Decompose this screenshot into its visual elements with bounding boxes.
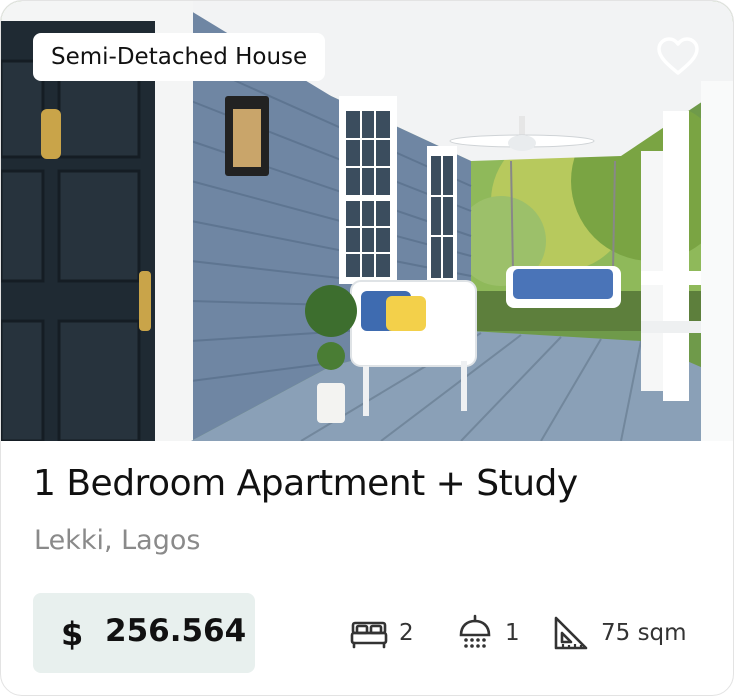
heart-outline-icon [657,37,699,75]
feature-area: 75 sqm [551,613,687,653]
bathrooms-count: 1 [505,620,520,646]
feature-bathrooms: 1 [455,613,520,653]
bedrooms-count: 2 [399,620,414,646]
set-square-ruler-icon [554,616,588,650]
property-type-label: Semi-Detached House [51,44,308,70]
price-box: $ 256.564 [33,593,255,673]
bed-icon [350,621,388,649]
shower-icon [459,614,491,648]
property-card[interactable]: Semi-Detached House 1 Bedroom Apartment … [0,0,734,696]
price-value: 256.564 [105,613,247,649]
listing-title[interactable]: 1 Bedroom Apartment + Study [33,463,578,504]
listing-location: Lekki, Lagos [34,525,201,556]
price-currency: $ [61,615,84,653]
property-type-badge: Semi-Detached House [33,33,326,81]
favorite-button[interactable] [655,35,701,79]
feature-bedrooms: 2 [349,613,414,653]
area-value: 75 sqm [601,620,687,646]
